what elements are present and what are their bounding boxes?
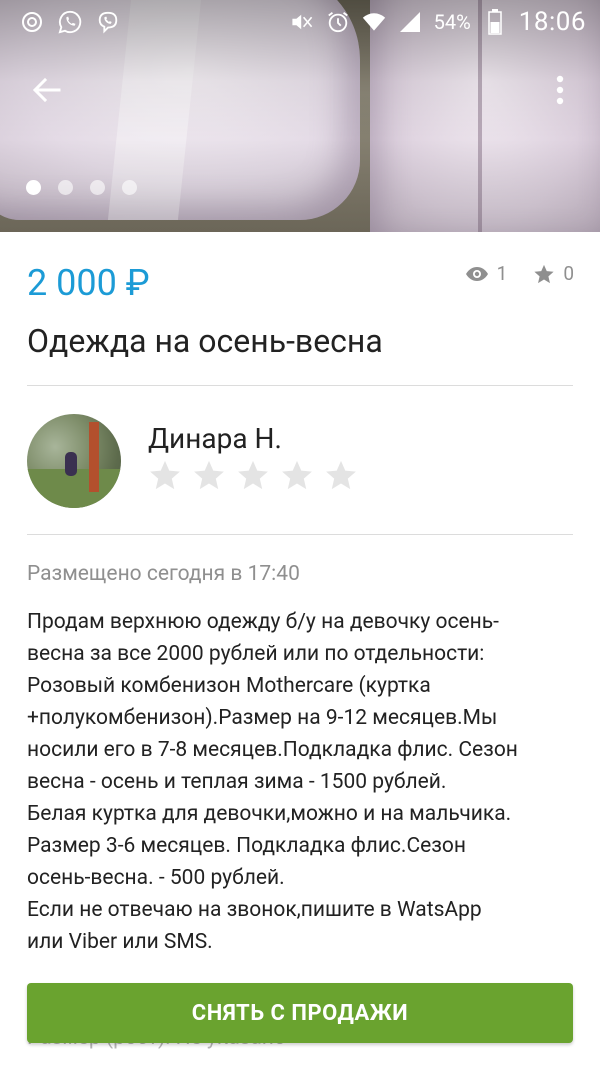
wifi-icon bbox=[362, 10, 386, 34]
arrow-back-icon bbox=[32, 77, 61, 103]
whatsapp-icon bbox=[58, 10, 82, 34]
avatar-pole bbox=[89, 422, 99, 492]
listing-price: 2 000 ₽ bbox=[27, 262, 150, 304]
rating-star-icon bbox=[326, 460, 356, 490]
gallery-dot[interactable] bbox=[26, 180, 41, 195]
description-line: +полукомбенизон).Размер на 9-12 месяцев.… bbox=[27, 706, 498, 730]
favorites-count: 0 bbox=[563, 262, 574, 285]
description-line: весна за все 2000 рублей или по отдельно… bbox=[27, 642, 485, 666]
divider bbox=[27, 534, 573, 535]
star-icon bbox=[534, 264, 554, 283]
description-line: носили его в 7-8 месяцев.Подкладка флис.… bbox=[27, 738, 518, 762]
eye-icon bbox=[465, 266, 488, 281]
description-line: весна - осень и теплая зима - 1500 рубле… bbox=[27, 770, 447, 794]
more-options-button[interactable] bbox=[540, 68, 580, 112]
description-line: Продам верхнюю одежду б/у на девочку осе… bbox=[27, 610, 499, 634]
seller-name[interactable]: Динара Н. bbox=[148, 422, 282, 455]
listing-title: Одежда на осень-весна bbox=[27, 322, 383, 360]
alarm-icon bbox=[326, 10, 350, 34]
description-line: Розовый комбенизон Mothercare (куртка bbox=[27, 674, 431, 698]
clock: 18:06 bbox=[518, 7, 586, 37]
description-line: Размер 3-6 месяцев. Подкладка флис.Сезон bbox=[27, 834, 467, 858]
rating-star-icon bbox=[282, 460, 312, 490]
views-count: 1 bbox=[496, 262, 508, 285]
status-bar-notifications bbox=[20, 10, 120, 34]
status-bar-system: 54% 18:06 bbox=[290, 7, 586, 37]
description-line: или Viber или SMS. bbox=[27, 930, 213, 954]
mute-icon bbox=[290, 10, 314, 34]
gallery-page-indicator[interactable] bbox=[26, 180, 137, 195]
battery-icon bbox=[483, 9, 507, 35]
divider bbox=[27, 385, 573, 386]
description-line: Если не отвечаю на звонок,пишите в WatsA… bbox=[27, 898, 482, 922]
gallery-dot[interactable] bbox=[90, 180, 105, 195]
seller-rating bbox=[148, 458, 358, 492]
rating-star-icon bbox=[150, 460, 180, 490]
listing-description: Продам верхнюю одежду б/у на девочку осе… bbox=[27, 606, 577, 958]
favorites-stat: 0 bbox=[533, 262, 574, 285]
avatar-figure bbox=[65, 452, 77, 476]
rating-star-icon bbox=[238, 460, 268, 490]
remove-from-sale-button[interactable]: СНЯТЬ С ПРОДАЖИ bbox=[27, 983, 573, 1043]
battery-percent: 54% bbox=[433, 10, 471, 34]
status-bar: 54% 18:06 bbox=[0, 0, 600, 44]
signal-icon bbox=[398, 10, 422, 34]
instagram-icon bbox=[20, 10, 44, 34]
back-button[interactable] bbox=[24, 68, 68, 112]
description-line: Белая куртка для девочки,можно и на маль… bbox=[27, 802, 512, 826]
more-vert-icon bbox=[556, 75, 564, 105]
posted-date: Размещено сегодня в 17:40 bbox=[27, 562, 300, 586]
gallery-dot[interactable] bbox=[58, 180, 73, 195]
rating-star-icon bbox=[194, 460, 224, 490]
views-stat: 1 bbox=[465, 262, 508, 285]
description-line: осень-весна. - 500 рублей. bbox=[27, 866, 285, 890]
seller-avatar[interactable] bbox=[27, 414, 121, 508]
viber-icon bbox=[96, 10, 120, 34]
listing-stats: 1 0 bbox=[465, 262, 574, 285]
gallery-dot[interactable] bbox=[122, 180, 137, 195]
